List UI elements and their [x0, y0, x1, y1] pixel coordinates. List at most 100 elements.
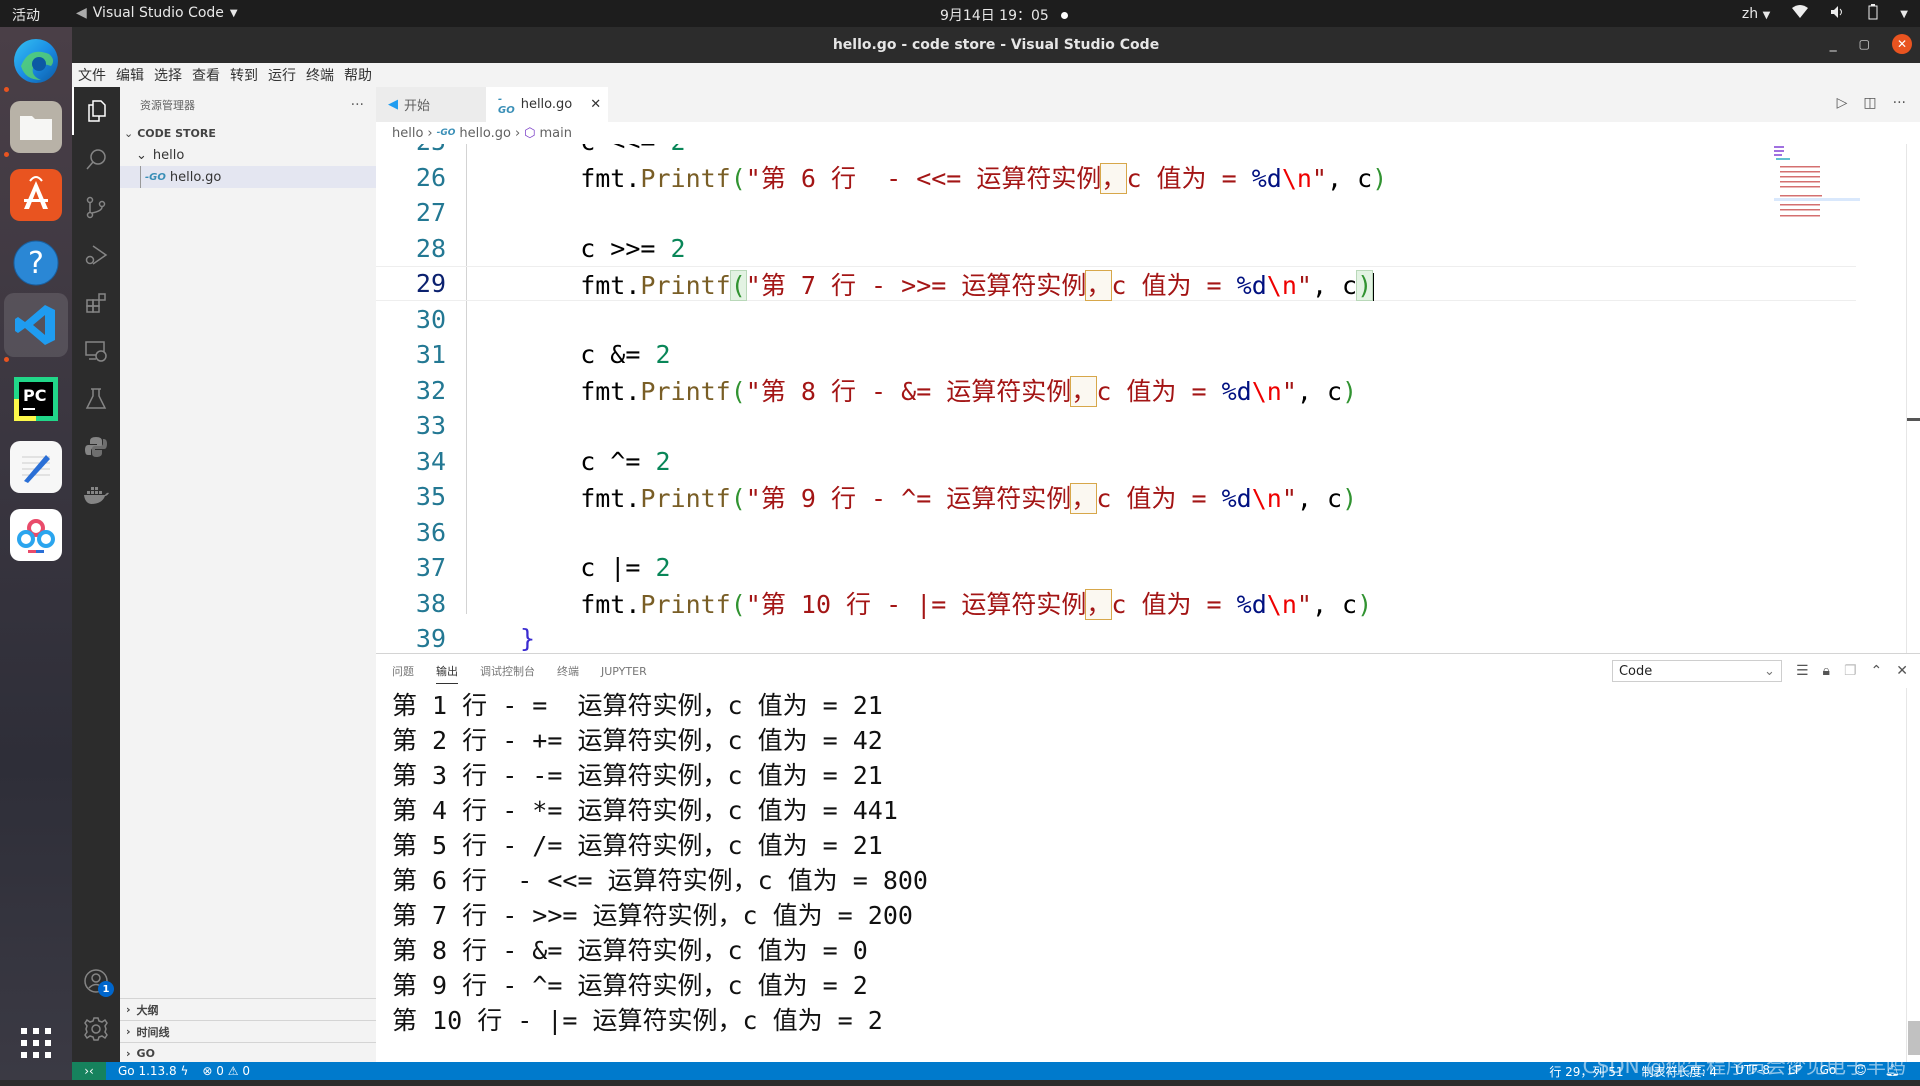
- flask-icon: [85, 388, 107, 409]
- panel-scrollbar-thumb[interactable]: [1908, 1021, 1920, 1055]
- run-file-button[interactable]: ▷: [1837, 95, 1848, 111]
- minimap[interactable]: [1770, 144, 1860, 224]
- panel-tab-jupyter[interactable]: JUPYTER: [601, 665, 647, 678]
- code-line[interactable]: 33: [376, 408, 1856, 443]
- remote-explorer-activity[interactable]: [72, 327, 120, 375]
- code-line[interactable]: 38 fmt.Printf("第 10 行 - |= 运算符实例，c 值为 = …: [376, 586, 1856, 621]
- code-line[interactable]: 35 fmt.Printf("第 9 行 - ^= 运算符实例，c 值为 = %…: [376, 479, 1856, 514]
- dock-vscode[interactable]: [4, 293, 68, 357]
- code-text: c ^= 2: [520, 446, 671, 476]
- tab-welcome[interactable]: ◀ 开始: [376, 87, 486, 122]
- problems-indicator[interactable]: ⊗ 0 ⚠ 0: [202, 1064, 250, 1078]
- dock-text-editor[interactable]: [10, 441, 62, 493]
- section-go[interactable]: › GO: [120, 1042, 376, 1064]
- volume-icon[interactable]: [1830, 5, 1846, 23]
- accounts-activity[interactable]: 1: [72, 957, 120, 1005]
- go-file-icon: -GO: [498, 93, 515, 116]
- output-channel-select[interactable]: Code ⌄: [1611, 660, 1782, 682]
- code-line[interactable]: 34 c ^= 2: [376, 444, 1856, 479]
- remote-indicator[interactable]: ›‹: [72, 1062, 106, 1080]
- menu-view[interactable]: 查看: [192, 65, 220, 85]
- testing-activity[interactable]: [72, 375, 120, 423]
- manage-activity[interactable]: [72, 1005, 120, 1053]
- menu-run[interactable]: 运行: [268, 65, 296, 85]
- code-line[interactable]: 25 c <<= 2: [376, 144, 1856, 159]
- panel-tab-debug-console[interactable]: 调试控制台: [480, 663, 535, 679]
- dock-pycharm[interactable]: PC: [10, 373, 62, 425]
- wifi-icon[interactable]: [1792, 5, 1809, 23]
- run-debug-activity[interactable]: [72, 231, 120, 279]
- panel-scrollbar[interactable]: [1906, 688, 1920, 1063]
- panel-tab-terminal[interactable]: 终端: [557, 663, 579, 679]
- maximize-panel-button[interactable]: ⌃: [1871, 663, 1883, 679]
- show-applications-button[interactable]: [10, 1017, 62, 1069]
- code-line[interactable]: 28 c >>= 2: [376, 231, 1856, 266]
- code-view[interactable]: 25 c <<= 226 fmt.Printf("第 6 行 - <<= 运算符…: [376, 144, 1876, 653]
- more-actions-button[interactable]: ···: [1893, 95, 1906, 111]
- remote-explorer-icon: [85, 341, 107, 362]
- app-menu[interactable]: ◀ Visual Studio Code ▼: [76, 5, 238, 21]
- search-activity[interactable]: [72, 135, 120, 183]
- menu-help[interactable]: 帮助: [344, 65, 372, 85]
- lock-scroll-button[interactable]: 🔒︎: [1823, 663, 1830, 679]
- code-line[interactable]: 31 c &= 2: [376, 337, 1856, 372]
- system-tray[interactable]: zh ▼ ▼: [1742, 4, 1908, 24]
- menu-terminal[interactable]: 终端: [306, 65, 334, 85]
- text-editor-icon: [22, 455, 50, 483]
- menu-edit[interactable]: 编辑: [116, 65, 144, 85]
- close-tab-icon[interactable]: ✕: [590, 97, 601, 112]
- code-line[interactable]: 36: [376, 515, 1856, 550]
- split-editor-button[interactable]: ◫: [1863, 95, 1876, 111]
- clock[interactable]: 9月14日 19：05: [940, 5, 1068, 25]
- source-control-activity[interactable]: [72, 183, 120, 231]
- caret-down-icon: ▼: [229, 7, 238, 19]
- folder-hello[interactable]: ⌄ hello: [120, 144, 376, 166]
- breadcrumb-folder[interactable]: hello: [392, 126, 423, 141]
- code-line[interactable]: 26 fmt.Printf("第 6 行 - <<= 运算符实例，c 值为 = …: [376, 160, 1856, 195]
- editor-scrollbar[interactable]: [1906, 144, 1920, 653]
- chevron-down-icon: ⌄: [124, 126, 134, 140]
- dock-baidu-netdisk[interactable]: [10, 509, 62, 561]
- extensions-activity[interactable]: [72, 279, 120, 327]
- close-panel-button[interactable]: ✕: [1896, 663, 1908, 679]
- code-line[interactable]: 27: [376, 195, 1856, 230]
- breadcrumb-file[interactable]: hello.go: [459, 126, 511, 141]
- dock-files[interactable]: [10, 101, 62, 153]
- python-activity[interactable]: [72, 423, 120, 471]
- panel-tab-output[interactable]: 输出: [436, 663, 458, 684]
- clear-output-button[interactable]: ☰: [1796, 663, 1809, 679]
- minimize-button[interactable]: _: [1830, 36, 1837, 52]
- battery-icon[interactable]: [1868, 4, 1878, 24]
- docker-activity[interactable]: [72, 471, 120, 519]
- explorer-more-button[interactable]: ···: [351, 97, 364, 113]
- code-line[interactable]: 32 fmt.Printf("第 8 行 - &= 运算符实例，c 值为 = %…: [376, 373, 1856, 408]
- tab-hello-go[interactable]: -GO hello.go ✕: [486, 87, 608, 122]
- menu-selection[interactable]: 选择: [154, 65, 182, 85]
- open-log-file-button[interactable]: ❐: [1844, 663, 1857, 679]
- dock-help[interactable]: ?: [10, 237, 62, 289]
- vscode-tab-icon: ◀: [388, 97, 398, 112]
- system-menu-caret-icon[interactable]: ▼: [1900, 9, 1908, 20]
- maximize-button[interactable]: ▢: [1859, 37, 1870, 51]
- code-line[interactable]: 39}: [376, 621, 1856, 653]
- dock-edge[interactable]: [10, 35, 62, 87]
- code-line[interactable]: 29 fmt.Printf("第 7 行 - >>= 运算符实例，c 值为 = …: [376, 266, 1856, 301]
- input-method[interactable]: zh ▼: [1742, 6, 1770, 22]
- go-version[interactable]: Go 1.13.8 ϟ: [118, 1064, 188, 1078]
- section-timeline[interactable]: › 时间线: [120, 1020, 376, 1042]
- dock-software[interactable]: [10, 169, 62, 221]
- menu-file[interactable]: 文件: [78, 65, 106, 85]
- activities-button[interactable]: 活动: [12, 5, 40, 25]
- workspace-root[interactable]: ⌄ CODE STORE: [120, 122, 376, 144]
- explorer-activity[interactable]: [72, 87, 120, 135]
- file-hello-go[interactable]: -GO hello.go: [120, 166, 376, 188]
- code-line[interactable]: 30: [376, 302, 1856, 337]
- code-line[interactable]: 37 c |= 2: [376, 550, 1856, 585]
- panel-tab-problems[interactable]: 问题: [392, 663, 414, 679]
- breadcrumb-symbol[interactable]: main: [540, 126, 572, 141]
- output-view[interactable]: 第 1 行 - = 运算符实例，c 值为 = 21 第 2 行 - += 运算符实…: [392, 688, 928, 1038]
- running-indicator: [4, 357, 9, 362]
- close-window-button[interactable]: ✕: [1892, 34, 1912, 54]
- menu-go[interactable]: 转到: [230, 65, 258, 85]
- section-outline[interactable]: › 大纲: [120, 998, 376, 1020]
